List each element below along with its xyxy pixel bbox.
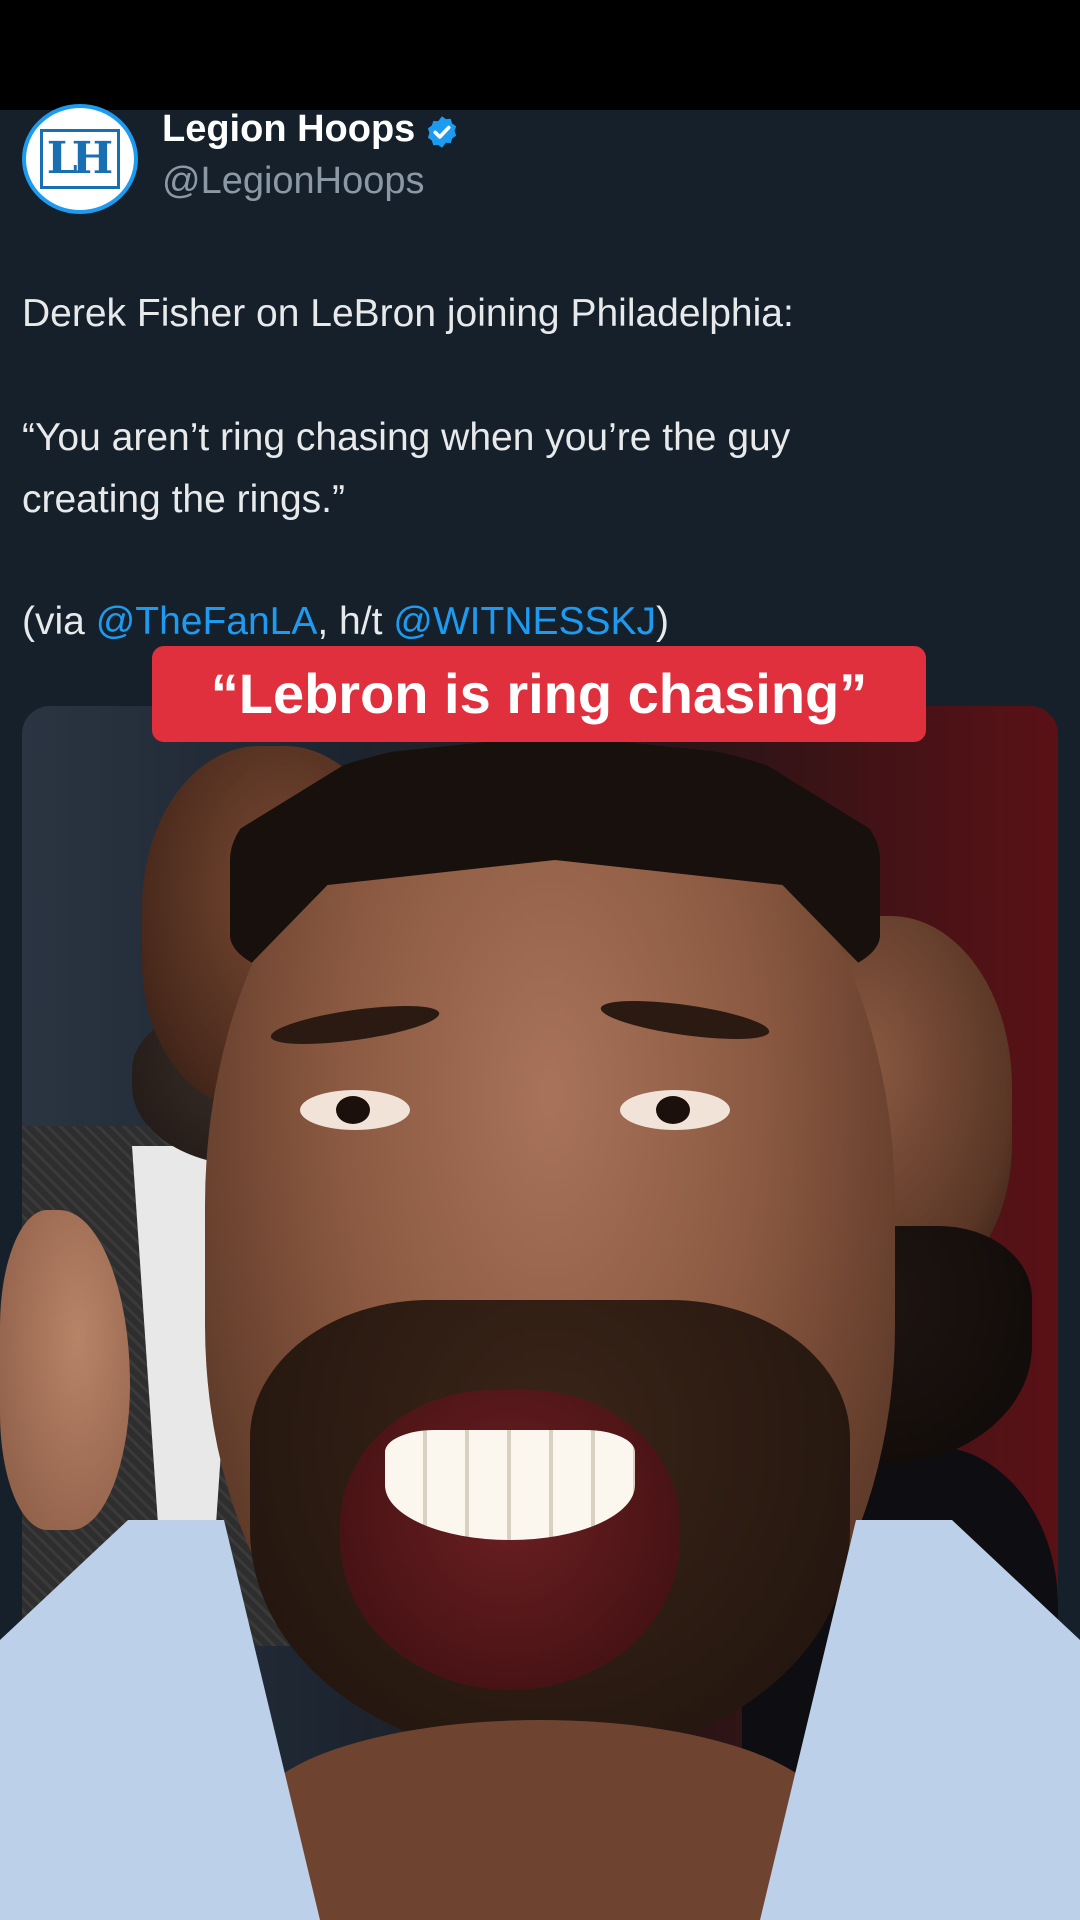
source-mid: , h/t (317, 600, 394, 643)
pupil (336, 1096, 370, 1124)
creator-chest (250, 1720, 830, 1920)
creator-eye (300, 1090, 410, 1130)
pupil (656, 1096, 690, 1124)
author-handle[interactable]: @LegionHoops (162, 160, 425, 203)
verified-badge-icon (427, 116, 457, 148)
tweet-text-line: Derek Fisher on LeBron joining Philadelp… (22, 292, 794, 335)
tweet-quote-line: “You aren’t ring chasing when you’re the… (22, 416, 791, 459)
mention-link[interactable]: @TheFanLA (96, 600, 318, 643)
source-suffix: ) (656, 600, 670, 643)
tweet-source-line: (via @TheFanLA, h/t @WITNESSKJ) (22, 592, 1052, 652)
top-black-bar (0, 0, 1080, 110)
tweet-quote-line: creating the rings.” (22, 478, 345, 521)
source-prefix: (via (22, 600, 96, 643)
avatar-logo: LH (39, 129, 121, 189)
creator-teeth (385, 1430, 635, 1540)
avatar[interactable]: LH (22, 104, 138, 214)
author-display-name[interactable]: Legion Hoops (162, 108, 415, 151)
creator-eye (620, 1090, 730, 1130)
video-caption: “Lebron is ring chasing” (152, 646, 926, 742)
mention-link[interactable]: @WITNESSKJ (393, 600, 656, 643)
